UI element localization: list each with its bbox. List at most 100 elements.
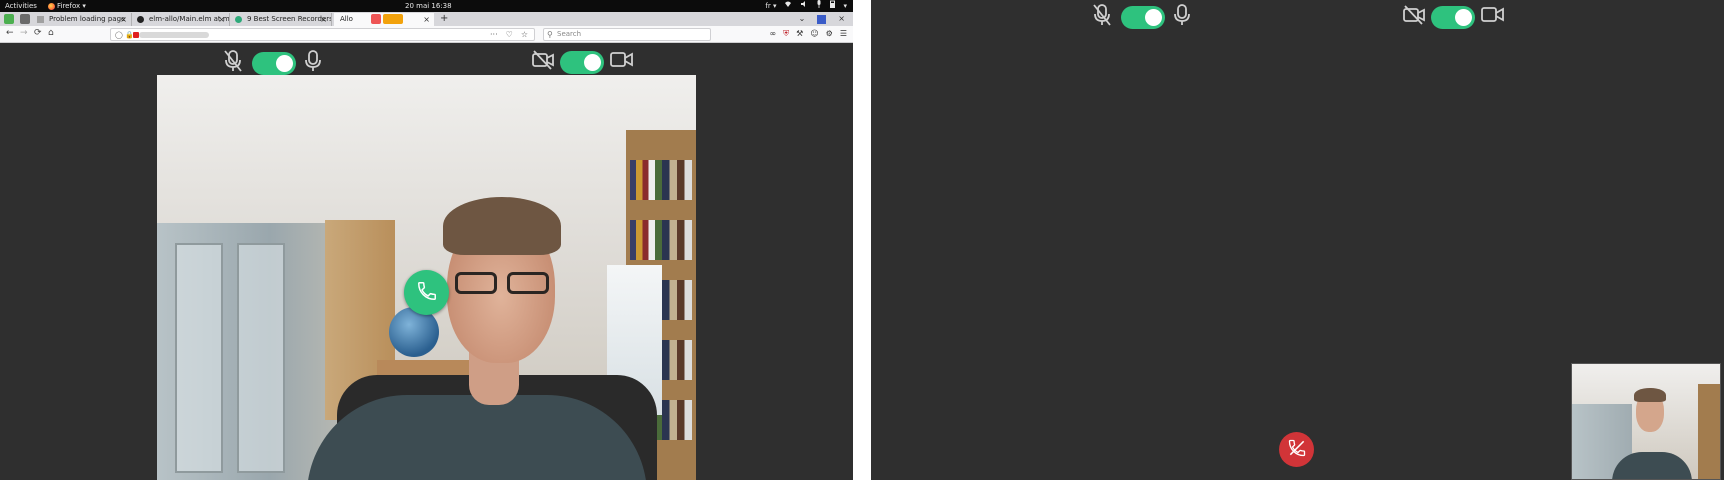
tab-overflow-button[interactable]: ⌄ [799,12,806,26]
url-actions: ··· ♡ ☆ [490,30,528,39]
camera-off-icon[interactable] [1402,4,1426,30]
warning-icon [37,16,44,23]
camera-icon[interactable] [1480,5,1506,29]
volume-icon [800,0,808,12]
call-button[interactable] [404,270,449,315]
tracking-protection-icon[interactable]: ◯ [115,31,123,39]
phone-hangup-icon [1287,438,1307,462]
microphone-controls [1091,3,1191,31]
tab-label: 9 Best Screen Recorders [247,15,332,23]
account-icon[interactable]: ☺ [810,29,818,39]
microphone-toggle[interactable] [1121,5,1165,29]
camera-off-icon[interactable] [531,49,555,75]
media-sharing-indicator[interactable] [371,14,403,24]
home-button[interactable]: ⌂ [48,28,54,38]
new-tab-button[interactable]: + [440,12,448,26]
camera-controls [531,49,635,75]
toggle-knob [1145,8,1162,26]
phone-icon [416,280,438,306]
microphone-off-icon[interactable] [222,49,244,77]
divider [853,0,871,480]
reader-glasses-icon[interactable]: ∞ [769,29,776,39]
tab-screen-recorders[interactable]: 9 Best Screen Recorders × [232,13,332,26]
tab-label: Problem loading page [49,15,126,23]
pip-person-hair [1634,388,1666,402]
app-menu-label: Firefox ▾ [57,2,86,10]
battery-icon [830,0,836,12]
search-box[interactable]: ⚲ Search [543,28,711,41]
microphone-toggle[interactable] [252,51,296,75]
tab-label: Allo [340,15,353,23]
glasses-lens [455,272,497,294]
navigation-toolbar: ← → ⟳ ⌂ ◯ 🔒 ··· ♡ ☆ ⚲ Search ∞ ⛨ ⚒ ☺ ⚙ ☰ [0,26,853,43]
pocket-icon[interactable]: ♡ [506,30,513,39]
camera-icon[interactable] [609,50,635,74]
pinned-tab-icon[interactable] [4,14,14,24]
toggle-knob [276,54,293,72]
toggle-knob [1455,8,1472,26]
extensions-icon[interactable]: ⚙ [826,29,833,39]
search-placeholder: Search [557,30,582,38]
microphone-icon[interactable] [1173,3,1191,31]
site-icon [235,16,242,23]
activities-button[interactable]: Activities [5,0,37,12]
close-tab-icon[interactable]: × [320,13,327,26]
back-button[interactable]: ← [6,28,14,38]
self-view-video [1571,363,1721,480]
camera-controls [1402,4,1506,30]
microphone-controls [222,49,322,77]
url-text-redacted [139,32,209,38]
search-icon: ⚲ [547,30,553,39]
caller-desktop: Activities Firefox ▾ 20 mai 16:38 fr ▾ ▾… [0,0,853,480]
toolbar-extensions: ∞ ⛨ ⚒ ☺ ⚙ ☰ [769,29,847,39]
callee-page [871,0,1724,480]
video-person-hair [443,197,561,255]
close-tab-icon[interactable]: × [218,13,225,26]
close-tab-icon[interactable]: × [423,13,430,26]
video-globe [389,307,439,357]
camera-sharing-icon [383,14,403,24]
bookshelf-row [630,220,692,260]
tab-strip-controls: ⌄ × [799,12,845,26]
bookmark-star-icon[interactable]: ☆ [521,30,528,39]
close-tab-icon[interactable]: × [120,13,127,26]
tab-problem-loading[interactable]: Problem loading page × [34,13,132,26]
url-bar[interactable]: ◯ 🔒 ··· ♡ ☆ [110,28,535,41]
camera-toggle[interactable] [560,50,604,74]
tab-strip: Problem loading page × elm-allo/Main.elm… [0,12,853,26]
gnome-top-bar: Activities Firefox ▾ 20 mai 16:38 fr ▾ ▾ [0,0,853,12]
pinned-tab-icon[interactable] [20,14,30,24]
video-person-body [307,395,647,480]
hamburger-menu-icon[interactable]: ☰ [840,29,847,39]
bookshelf-row [630,160,692,200]
forward-button[interactable]: → [20,28,28,38]
microphone-off-icon[interactable] [1091,3,1113,31]
microphone-icon[interactable] [304,49,322,77]
developer-tools-icon[interactable]: ⚒ [796,29,803,39]
cabinet-door [237,243,285,473]
system-menu-arrow[interactable]: ▾ [843,0,847,12]
video-person-glasses [455,272,555,296]
reload-button[interactable]: ⟳ [34,28,42,38]
system-tray[interactable]: fr ▾ ▾ [765,0,847,12]
keyboard-layout-indicator[interactable]: fr ▾ [765,0,776,12]
cabinet-door [175,243,223,473]
firefox-sharing-icon [371,14,381,24]
clock[interactable]: 20 mai 16:38 [405,0,452,12]
hang-up-button[interactable] [1279,432,1314,467]
network-icon [784,0,792,12]
app-menu[interactable]: Firefox ▾ [48,0,86,12]
github-icon [137,16,144,23]
toggle-knob [584,53,601,71]
microphone-indicator-icon [816,0,822,12]
camera-toggle[interactable] [1431,5,1475,29]
glasses-lens [507,272,549,294]
ublock-icon[interactable]: ⛨ [783,29,789,39]
firefox-logo-icon [48,2,55,10]
pip-bookshelf [1698,384,1720,479]
close-window-button[interactable]: × [838,12,845,26]
extension-icon[interactable] [817,15,827,24]
screenshot-root: Activities Firefox ▾ 20 mai 16:38 fr ▾ ▾… [0,0,1724,480]
tab-github[interactable]: elm-allo/Main.elm at m × [134,13,230,26]
page-actions-button[interactable]: ··· [490,30,498,39]
